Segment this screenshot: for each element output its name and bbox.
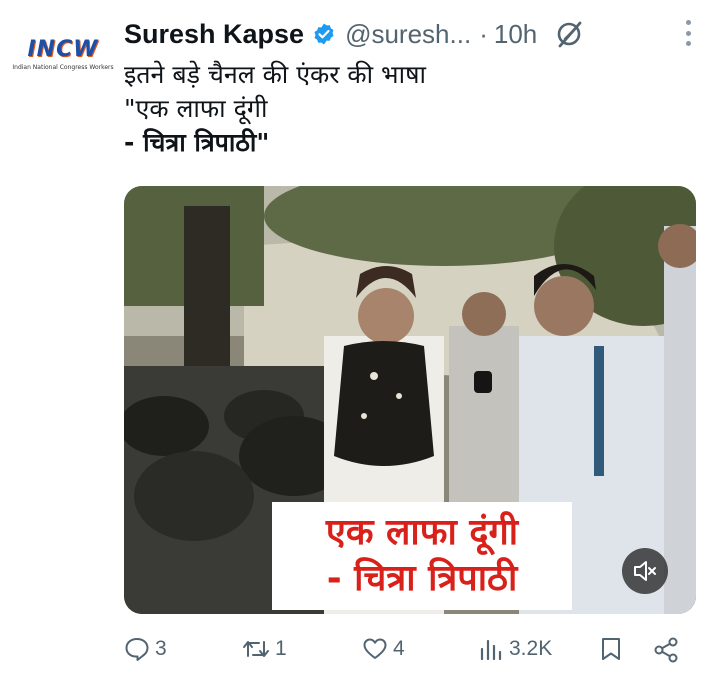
avatar[interactable]: INCW Indian National Congress Workers [12, 30, 113, 80]
timestamp[interactable]: 10h [494, 19, 537, 50]
author-name[interactable]: Suresh Kapse [124, 19, 304, 50]
more-options-icon[interactable] [684, 20, 692, 46]
avatar-logo-subtext: Indian National Congress Workers [12, 64, 114, 71]
bookmark-icon [602, 638, 620, 660]
bookmark-button[interactable] [598, 636, 624, 662]
video-caption-line: एक लाफा दूंगी [325, 512, 519, 553]
views-icon [480, 639, 502, 661]
verified-badge-icon [312, 22, 336, 46]
tweet-text-line: - चित्रा त्रिपाठी" [124, 128, 270, 157]
reply-button[interactable]: 3 [124, 636, 167, 662]
avatar-logo-text: INCW [27, 37, 99, 62]
like-count: 4 [393, 637, 405, 660]
mute-button[interactable] [622, 548, 668, 594]
volume-muted-icon [634, 561, 656, 581]
view-count: 3.2K [509, 637, 553, 660]
share-button[interactable] [652, 636, 680, 664]
like-icon [363, 638, 387, 659]
reply-count: 3 [155, 637, 167, 660]
reply-icon [125, 638, 149, 661]
share-icon [654, 637, 678, 663]
video-caption: एक लाफा दूंगी - चित्रा त्रिपाठी [272, 502, 572, 610]
action-bar: 3 1 4 3.2K [124, 630, 686, 674]
tweet-text-line: इतने बड़े चैनल की एंकर की भाषा [124, 60, 427, 89]
grok-icon[interactable] [555, 19, 585, 49]
video-player[interactable]: एक लाफा दूंगी - चित्रा त्रिपाठी [124, 186, 696, 614]
tweet-header: Suresh Kapse @suresh... · 10h [124, 14, 704, 54]
video-caption-line: - चित्रा त्रिपाठी [326, 558, 518, 599]
repost-count: 1 [275, 637, 287, 660]
separator-dot: · [479, 18, 488, 49]
tweet-text: इतने बड़े चैनल की एंकर की भाषा "एक लाफा … [124, 58, 684, 160]
repost-icon [243, 641, 269, 657]
like-button[interactable]: 4 [362, 636, 405, 662]
tweet-text-line: "एक लाफा दूंगी [124, 94, 268, 123]
author-handle[interactable]: @suresh... [345, 19, 471, 50]
repost-button[interactable]: 1 [242, 636, 287, 662]
views-button[interactable]: 3.2K [478, 636, 552, 662]
